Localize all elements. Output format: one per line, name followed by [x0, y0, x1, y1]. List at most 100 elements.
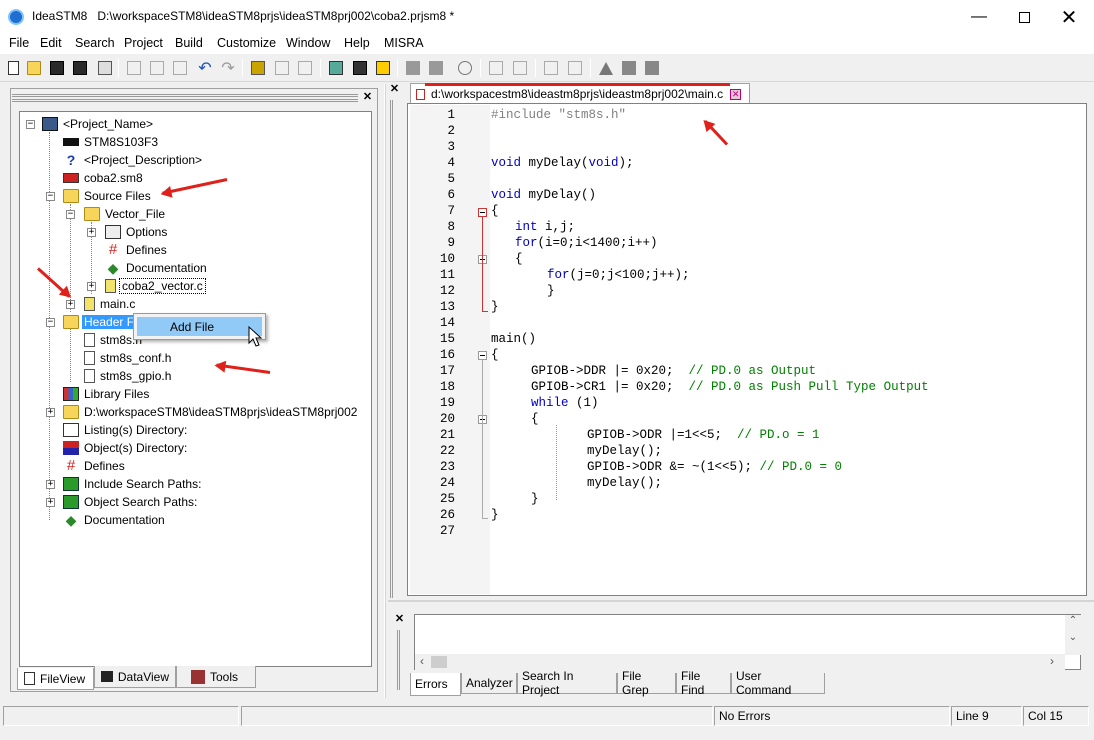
compile-icon[interactable] [326, 58, 346, 78]
tree-documentation[interactable]: ◆ Documentation [105, 259, 209, 276]
find-icon[interactable] [248, 58, 268, 78]
tree-options[interactable]: Options [105, 223, 169, 240]
cut-icon[interactable] [124, 58, 144, 78]
tree-root-directory[interactable]: D:\workspaceSTM8\ideaSTM8prjs\ideaSTM8pr… [63, 403, 359, 420]
tree-main-c[interactable]: main.c [84, 295, 137, 312]
c-file-icon [84, 296, 95, 311]
output-vscroll[interactable]: ⌃ ⌄ [1065, 615, 1081, 655]
tree-defines-root[interactable]: # Defines [63, 457, 127, 474]
minimize-icon[interactable]: — [956, 0, 1002, 34]
line-number: 2 [447, 124, 455, 138]
tab-close-icon[interactable]: ✕ [730, 88, 742, 100]
tree-project-root[interactable]: <Project_Name> [42, 115, 155, 132]
tree-vector-c[interactable]: coba2_vector.c [105, 277, 206, 294]
tree-documentation-root[interactable]: ◆ Documentation [63, 511, 167, 528]
tab-tools[interactable]: Tools [176, 666, 256, 688]
next-warning-icon[interactable] [541, 58, 561, 78]
tree-object-paths[interactable]: Object Search Paths: [63, 493, 199, 510]
output-window[interactable]: ⌃ ⌄ ‹ › [414, 614, 1081, 670]
h-file-icon [84, 368, 95, 383]
rebuild-icon[interactable] [373, 58, 393, 78]
tab-dataview[interactable]: DataView [94, 666, 176, 688]
tree-header-conf[interactable]: stm8s_conf.h [84, 349, 173, 366]
redo-icon[interactable]: ↷ [218, 58, 238, 78]
tab-file-find[interactable]: File Find [676, 669, 731, 697]
copy-icon[interactable] [147, 58, 167, 78]
settings-icon[interactable] [455, 58, 475, 78]
debug-icon[interactable] [426, 58, 446, 78]
editor-close-icon[interactable]: ✕ [389, 84, 400, 95]
prev-warning-icon[interactable] [565, 58, 585, 78]
menu-edit[interactable]: Edit [40, 36, 62, 50]
print-icon[interactable] [95, 58, 115, 78]
tree-vector-file[interactable]: Vector_File [84, 205, 167, 222]
menu-misra[interactable]: MISRA [384, 36, 424, 50]
stop-icon[interactable] [403, 58, 423, 78]
find-prev-icon[interactable] [295, 58, 315, 78]
fold-marker[interactable] [478, 208, 487, 217]
tab-analyzer[interactable]: Analyzer [461, 673, 517, 694]
tree-description[interactable]: ? <Project_Description> [63, 151, 204, 168]
add-file-menu-item[interactable]: Add File [137, 317, 262, 336]
tab-errors[interactable]: Errors [410, 673, 461, 696]
bookmark-prev-icon[interactable] [642, 58, 662, 78]
menu-help[interactable]: Help [344, 36, 370, 50]
scroll-down-icon[interactable]: ⌄ [1065, 632, 1081, 643]
bookmark-icon[interactable] [596, 58, 616, 78]
scroll-left-icon[interactable]: ‹ [420, 654, 424, 668]
new-file-icon[interactable] [3, 58, 23, 78]
menu-window[interactable]: Window [286, 36, 330, 50]
tab-fileview[interactable]: FileView [17, 668, 94, 690]
tab-file-grep[interactable]: File Grep [617, 669, 676, 697]
menu-file[interactable]: File [9, 36, 29, 50]
editor-grip[interactable] [390, 100, 400, 598]
horizontal-splitter[interactable] [388, 600, 1094, 602]
tab-search-in-project[interactable]: Search In Project [517, 669, 617, 697]
build-icon[interactable] [350, 58, 370, 78]
code-area[interactable]: 1 2 3 4 5 6 7 8 9 10 11 12 13 14 15 16 17 18 19 20 21 22 23 24 2… [410, 105, 1086, 594]
save-all-icon[interactable] [70, 58, 90, 78]
tree-listing-dir[interactable]: Listing(s) Directory: [63, 421, 189, 438]
next-error-icon[interactable] [486, 58, 506, 78]
status-blank [241, 706, 713, 726]
output-grip[interactable] [397, 630, 407, 690]
tree-defines[interactable]: # Defines [105, 241, 169, 258]
panel-grip[interactable] [12, 94, 358, 102]
menu-search[interactable]: Search [75, 36, 115, 50]
tree-object-dir[interactable]: Object(s) Directory: [63, 439, 189, 456]
header-folder-icon [63, 314, 79, 329]
line-number: 7 [447, 204, 455, 218]
scroll-thumb[interactable] [431, 656, 447, 668]
splitter[interactable] [384, 84, 386, 698]
find-next-icon[interactable] [272, 58, 292, 78]
fold-marker[interactable] [478, 351, 487, 360]
tree-source-files[interactable]: Source Files [63, 187, 153, 204]
menu-customize[interactable]: Customize [217, 36, 276, 50]
tree-header-gpio[interactable]: stm8s_gpio.h [84, 367, 173, 384]
save-icon[interactable] [47, 58, 67, 78]
path-icon [63, 494, 79, 509]
output-hscroll[interactable]: ‹ › [415, 654, 1065, 670]
dataview-icon [101, 671, 113, 682]
menu-project[interactable]: Project [124, 36, 163, 50]
undo-icon[interactable]: ↶ [195, 58, 215, 78]
tree-sm8-file[interactable]: coba2.sm8 [63, 169, 145, 186]
editor-tab[interactable]: d:\workspacestm8\ideastm8prjs\ideastm8pr… [410, 83, 750, 104]
menu-build[interactable]: Build [175, 36, 203, 50]
tree-device[interactable]: STM8S103F3 [63, 133, 160, 150]
tree-header-files[interactable]: Header Fi [63, 313, 139, 330]
prev-error-icon[interactable] [510, 58, 530, 78]
scroll-up-icon[interactable]: ⌃ [1065, 615, 1081, 626]
open-folder-icon[interactable] [24, 58, 44, 78]
close-icon[interactable]: ✕ [1046, 0, 1092, 34]
panel-close-icon[interactable]: ✕ [362, 92, 373, 103]
output-close-icon[interactable]: ✕ [394, 614, 405, 625]
scroll-right-icon[interactable]: › [1050, 654, 1054, 668]
tree-include-paths[interactable]: Include Search Paths: [63, 475, 203, 492]
status-col: Col 15 [1023, 706, 1089, 726]
maximize-icon[interactable] [1001, 0, 1047, 34]
paste-icon[interactable] [170, 58, 190, 78]
bookmark-next-icon[interactable] [619, 58, 639, 78]
tab-user-command[interactable]: User Command [731, 669, 825, 697]
tree-library-files[interactable]: Library Files [63, 385, 151, 402]
